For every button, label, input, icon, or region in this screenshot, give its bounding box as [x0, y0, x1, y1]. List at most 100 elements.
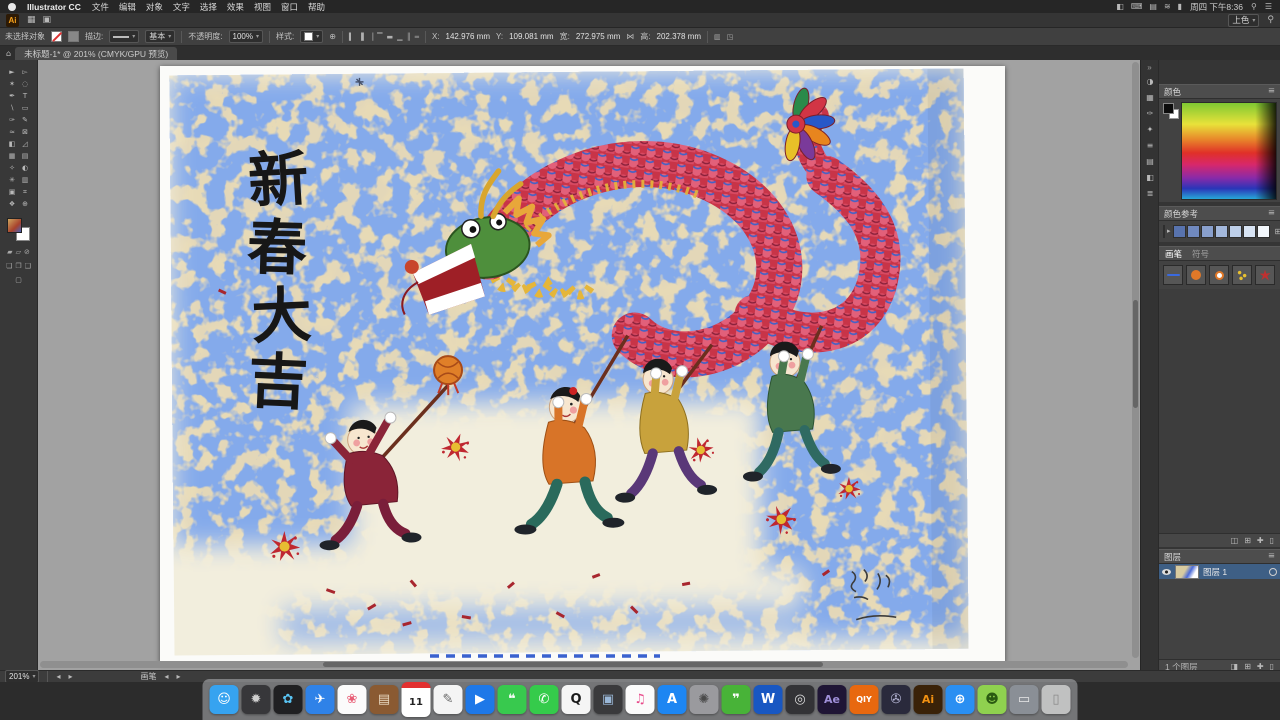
brush-scatter[interactable]	[1232, 265, 1252, 285]
artboard[interactable]: 新 春 大 吉	[160, 66, 1005, 663]
brush-definition-dropdown[interactable]: 基本 ▾	[145, 30, 176, 43]
menubar-menu[interactable]: 文件	[92, 1, 109, 13]
battery-icon[interactable]: ▮	[1178, 2, 1182, 11]
menubar-menu[interactable]: 文字	[173, 1, 190, 13]
layers-panel-header[interactable]: 图层 ≡	[1159, 549, 1280, 564]
screen-mirroring[interactable]: ▣	[593, 685, 623, 714]
color-spectrum[interactable]	[1181, 102, 1277, 200]
search-icon[interactable]: ⚲	[1267, 15, 1274, 25]
iqiyi[interactable]: QIY	[849, 685, 879, 714]
guide-swatch[interactable]	[1242, 225, 1256, 238]
menubar-menu[interactable]: 窗口	[281, 1, 298, 13]
transparency-panel-icon[interactable]: ◧	[1141, 170, 1159, 186]
mesh-tool[interactable]: ▦	[6, 150, 19, 162]
menubar-menu[interactable]: 帮助	[308, 1, 325, 13]
illustrator[interactable]: Ai	[913, 685, 943, 714]
draw-behind-icon[interactable]: ❐	[15, 262, 21, 270]
delete-brush-icon[interactable]: ▯	[1270, 536, 1274, 545]
minimized-window[interactable]: ▭	[1009, 685, 1039, 714]
swatches-panel-icon[interactable]: ▦	[1141, 90, 1159, 106]
spotlight-icon[interactable]: ⚲	[1251, 2, 1257, 11]
artboard-next-icon[interactable]: ▸	[69, 672, 73, 681]
shape-builder-tool[interactable]: ◧	[6, 138, 19, 150]
lasso-tool[interactable]: ◌	[19, 78, 32, 90]
video-app[interactable]: ▶	[465, 685, 495, 714]
distribute-v-icon[interactable]: ═	[415, 33, 419, 41]
guide-swatch[interactable]	[1256, 225, 1270, 238]
guide-swatch[interactable]	[1228, 225, 1242, 238]
notification-center-icon[interactable]: ☰	[1265, 2, 1272, 11]
home-icon[interactable]: ⌂	[6, 50, 11, 58]
vertical-scroll-thumb[interactable]	[1133, 300, 1138, 408]
stroke-swatch[interactable]	[68, 31, 79, 42]
horizontal-scroll-thumb[interactable]	[322, 662, 824, 667]
limit-colors-icon[interactable]: ⊞	[1275, 227, 1280, 236]
selection-tool[interactable]: ►	[6, 66, 19, 78]
distribute-h-icon[interactable]: ║	[407, 33, 411, 41]
brush-firework[interactable]	[1255, 265, 1275, 285]
align-top-icon[interactable]: ▔	[377, 33, 382, 41]
messages[interactable]: ❝	[497, 685, 527, 714]
box-app[interactable]: ▤	[369, 685, 399, 714]
fill-proxy[interactable]	[6, 218, 22, 233]
menubar-menu[interactable]: 效果	[227, 1, 244, 13]
eyedropper-tool[interactable]: ✧	[6, 162, 19, 174]
layer-name[interactable]: 图层 1	[1203, 566, 1227, 578]
finder[interactable]: ☺	[209, 685, 239, 714]
panel-menu-icon[interactable]: ≡	[1268, 552, 1275, 561]
textedit[interactable]: ✎	[433, 685, 463, 714]
visibility-eye-icon[interactable]	[1162, 568, 1171, 575]
artboard-prev-icon[interactable]: ◂	[56, 672, 60, 681]
canvas-area[interactable]: 新 春 大 吉	[38, 60, 1140, 670]
rectangle-tool[interactable]: ▭	[19, 102, 32, 114]
dark-circle-app[interactable]: ◎	[785, 685, 815, 714]
symbol-sprayer-tool[interactable]: ✳	[6, 174, 19, 186]
word[interactable]: W	[753, 685, 783, 714]
collapse-panels-icon[interactable]: »	[1141, 60, 1158, 74]
tab-brushes[interactable]: 画笔	[1165, 248, 1182, 260]
workspace-switcher[interactable]: 上色 ▾	[1228, 13, 1260, 27]
brush-basic[interactable]	[1163, 265, 1183, 285]
menubar-menu[interactable]: 选择	[200, 1, 217, 13]
link-dimensions-icon[interactable]: ⋈	[626, 32, 634, 41]
stroke-weight-dropdown[interactable]: ▾	[109, 30, 140, 43]
color-mode-none-icon[interactable]: ⊘	[24, 248, 30, 256]
wechat[interactable]: ❞	[721, 685, 751, 714]
menubar-menu[interactable]: 对象	[146, 1, 163, 13]
artboard-tool[interactable]: ▣	[6, 186, 19, 198]
system-preferences[interactable]: ✺	[689, 685, 719, 714]
pencil-tool[interactable]: ✎	[19, 114, 32, 126]
arrange-documents-icon[interactable]: ▣	[43, 15, 52, 25]
calendar-november[interactable]: 11	[401, 682, 431, 717]
document-tab[interactable]: 未标题-1* @ 201% (CMYK/GPU 预览)	[15, 47, 178, 60]
align-left-icon[interactable]: ▍	[349, 33, 354, 41]
isolate-icon[interactable]: ◳	[727, 33, 734, 41]
magic-wand-tool[interactable]: ✶	[6, 78, 19, 90]
draw-normal-icon[interactable]: ❏	[6, 262, 12, 270]
direct-selection-tool[interactable]: ▻	[19, 66, 32, 78]
panel-menu-icon[interactable]: ≡	[1268, 209, 1275, 218]
layer-thumbnail[interactable]	[1175, 564, 1199, 579]
menubar-app-name[interactable]: Illustrator CC	[27, 2, 81, 12]
y-value[interactable]: 109.081 mm	[509, 32, 553, 41]
screen-mode-icon[interactable]: ▢	[15, 276, 22, 284]
status-prev-icon[interactable]: ◂	[165, 672, 169, 681]
menubar-menu[interactable]: 编辑	[119, 1, 136, 13]
zoom-tool[interactable]: ⊕	[19, 198, 32, 210]
color-fill-stroke[interactable]	[1163, 103, 1179, 119]
launchpad[interactable]: ✹	[241, 685, 271, 714]
display-icon[interactable]: ▤	[1149, 2, 1157, 11]
hand-tool[interactable]: ❖	[6, 198, 19, 210]
layer-row[interactable]: 图层 1	[1159, 564, 1280, 579]
brush-ring[interactable]	[1209, 265, 1229, 285]
align-center-h-icon[interactable]: ▐	[358, 33, 363, 41]
fill-stroke-indicator[interactable]	[6, 218, 31, 242]
free-transform-tool[interactable]: ⊠	[19, 126, 32, 138]
keyboard-icon[interactable]: ⌨	[1131, 2, 1143, 11]
column-graph-tool[interactable]: ▥	[19, 174, 32, 186]
line-segment-tool[interactable]: ∖	[6, 102, 19, 114]
color-panel-header[interactable]: 颜色 ≡	[1159, 84, 1280, 99]
panel-menu-icon[interactable]: ≡	[1268, 87, 1275, 96]
menubar-menu[interactable]: 视图	[254, 1, 271, 13]
gradient-tool[interactable]: ▤	[19, 150, 32, 162]
